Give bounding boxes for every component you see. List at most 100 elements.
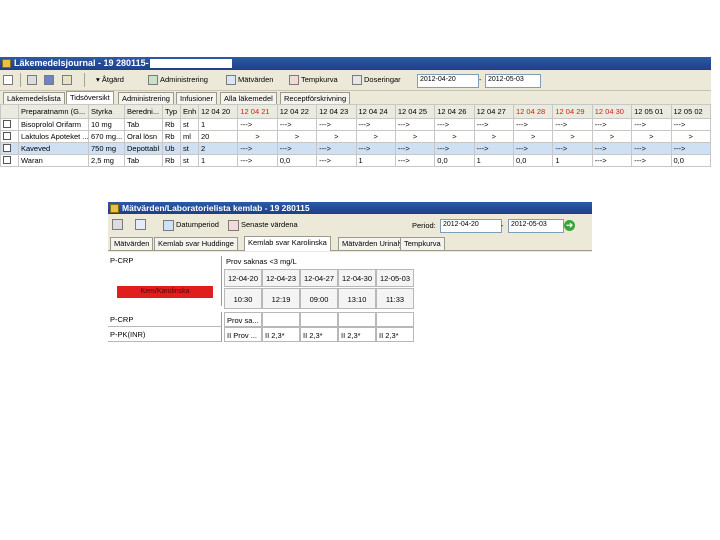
column-header[interactable]: 12 04 22 xyxy=(276,104,318,119)
lab-value-cell[interactable]: II 2,3* xyxy=(300,327,338,342)
lab-value-cell[interactable]: II 2,3* xyxy=(376,327,414,342)
date-from-field[interactable]: 2012-04-20 xyxy=(417,74,479,88)
column-header[interactable]: 12 04 24 xyxy=(355,104,396,119)
column-header[interactable]: Typ xyxy=(162,104,181,119)
lab-value-cell[interactable]: II 2,3* xyxy=(338,327,376,342)
column-header[interactable]: 12 04 30 xyxy=(591,104,633,119)
column-header[interactable]: Preparatnamn (G... xyxy=(18,104,89,119)
tempkurva-button[interactable]: Tempkurva xyxy=(289,73,338,87)
tempkurva-icon xyxy=(289,75,299,86)
table-cell: Oral lösn xyxy=(124,130,163,143)
lab-titlebar: Mätvärden/Laboratorielista kemlab - 19 2… xyxy=(108,202,592,214)
table-cell: 1 xyxy=(197,154,239,167)
lab-value-cell[interactable]: II Prov ... xyxy=(224,327,262,342)
row-checkbox[interactable] xyxy=(3,143,11,152)
table-cell: > xyxy=(473,130,515,143)
row-checkbox-cell[interactable] xyxy=(0,118,19,131)
table-cell: > xyxy=(631,130,672,143)
column-header[interactable]: 12 04 26 xyxy=(434,104,475,119)
date-column-header[interactable]: 12-04-27 xyxy=(300,269,338,287)
row-checkbox-cell[interactable] xyxy=(0,154,19,167)
column-header[interactable]: 12 04 23 xyxy=(316,104,357,119)
column-header[interactable]: 12 04 25 xyxy=(394,104,436,119)
column-header[interactable]: 12 05 02 xyxy=(670,104,711,119)
calendar-icon xyxy=(163,219,174,231)
chart-icon[interactable] xyxy=(135,219,148,230)
lab-value-cell[interactable] xyxy=(338,312,376,327)
journal-titlebar: Läkemedelsjournal - 19 280115- xyxy=(0,57,711,70)
table-cell: > xyxy=(591,130,633,143)
table-cell: 2,5 mg xyxy=(88,154,125,167)
go-arrow-icon[interactable]: ➜ xyxy=(564,220,575,231)
senaste-varden-button[interactable]: Senaste värdena xyxy=(228,219,298,231)
column-header[interactable]: 12 04 29 xyxy=(552,104,593,119)
journal-title: Läkemedelsjournal - 19 280115- xyxy=(14,58,149,68)
datumperiod-button[interactable]: Datumperiod xyxy=(163,219,219,231)
column-header[interactable]: Styrka xyxy=(88,104,125,119)
date-column-header[interactable]: 12-04-20 xyxy=(224,269,262,287)
table-cell: Kaveved xyxy=(18,142,89,155)
lab-value-cell[interactable] xyxy=(300,312,338,327)
table-cell: ---> xyxy=(394,118,436,131)
row-checkbox[interactable] xyxy=(3,131,11,140)
lab-value-cell[interactable]: Prov sa... xyxy=(224,312,262,327)
table-cell: Rb xyxy=(162,118,181,131)
table-cell: 0,0 xyxy=(670,154,711,167)
doseringar-button[interactable]: Doseringar xyxy=(352,73,401,87)
table-cell: ---> xyxy=(631,154,672,167)
date-range-dash: - xyxy=(479,75,482,84)
date-column-header[interactable]: 12-04-23 xyxy=(262,269,300,287)
period-from-field[interactable]: 2012-04-20 xyxy=(440,219,502,233)
table-row[interactable]: Bisoprolol Orifarm 10 mg Tab Rb st 1 ---> ---> -… xyxy=(0,118,711,131)
lab-content: P-CRP Kem/Karolinska Prov saknas <3 mg/L… xyxy=(108,252,592,344)
column-header[interactable]: Beredni... xyxy=(124,104,163,119)
table-cell: ---> xyxy=(434,142,475,155)
row-checkbox-cell[interactable] xyxy=(0,130,19,143)
panel-header: P-CRP xyxy=(108,256,222,306)
table-cell: Waran xyxy=(18,154,89,167)
edit-icon[interactable] xyxy=(62,73,74,87)
kem-karolinska-button[interactable]: Kem/Karolinska xyxy=(117,286,213,298)
lab-value-cell[interactable]: II 2,3* xyxy=(262,327,300,342)
print-icon[interactable] xyxy=(112,219,125,230)
table-cell: > xyxy=(434,130,475,143)
period-to-field[interactable]: 2012-05-03 xyxy=(508,219,564,233)
table-cell: Rb xyxy=(162,130,181,143)
column-header[interactable]: 12 04 20 xyxy=(197,104,239,119)
lab-tab[interactable]: Tempkurva xyxy=(400,237,445,250)
row-checkbox-cell[interactable] xyxy=(0,142,19,155)
table-cell: ---> xyxy=(355,118,396,131)
row-checkbox[interactable] xyxy=(3,155,11,164)
column-header[interactable]: 12 04 27 xyxy=(473,104,515,119)
table-cell: 1 xyxy=(473,154,515,167)
date-column-header[interactable]: 12-05-03 xyxy=(376,269,414,287)
date-to-field[interactable]: 2012-05-03 xyxy=(485,74,541,88)
table-row[interactable]: Laktulos Apoteket ... 670 mg... Oral lösn R… xyxy=(0,130,711,143)
lab-title: Mätvärden/Laboratorielista kemlab - 19 2… xyxy=(122,203,310,213)
table-cell: > xyxy=(394,130,436,143)
column-header[interactable]: 12 05 01 xyxy=(631,104,672,119)
table-cell: 0,0 xyxy=(434,154,475,167)
table-cell: ---> xyxy=(434,118,475,131)
print-icon[interactable] xyxy=(27,73,39,87)
lab-tab[interactable]: Kemlab svar Huddinge xyxy=(154,237,238,250)
table-row[interactable]: Waran 2,5 mg Tab Rb st 1 ---> 0,0 ---> 1 ---> 0,0 1 0… xyxy=(0,154,711,167)
row-checkbox[interactable] xyxy=(3,119,11,128)
table-row[interactable]: Kaveved 750 mg Depottabl Ub st 2 ---> ---> ---> -… xyxy=(0,142,711,155)
new-icon[interactable] xyxy=(3,73,15,87)
column-header[interactable]: Enh xyxy=(180,104,199,119)
save-icon[interactable] xyxy=(44,73,56,87)
table-cell: ---> xyxy=(552,142,593,155)
table-cell: 0,0 xyxy=(512,154,554,167)
matvarden-button[interactable]: Mätvärden xyxy=(226,73,273,87)
administrering-button[interactable]: Administrering xyxy=(148,73,208,87)
lab-tab[interactable]: Mätvärden xyxy=(110,237,154,250)
lab-value-cell[interactable] xyxy=(262,312,300,327)
atgard-button[interactable]: ▾ Åtgärd xyxy=(96,73,124,87)
lab-tab[interactable]: Kemlab svar Karolinska xyxy=(244,236,331,251)
lab-value-cell[interactable] xyxy=(376,312,414,327)
column-header[interactable]: 12 04 21 xyxy=(237,104,278,119)
table-cell: > xyxy=(316,130,357,143)
date-column-header[interactable]: 12-04-30 xyxy=(338,269,376,287)
column-header[interactable]: 12 04 28 xyxy=(512,104,554,119)
